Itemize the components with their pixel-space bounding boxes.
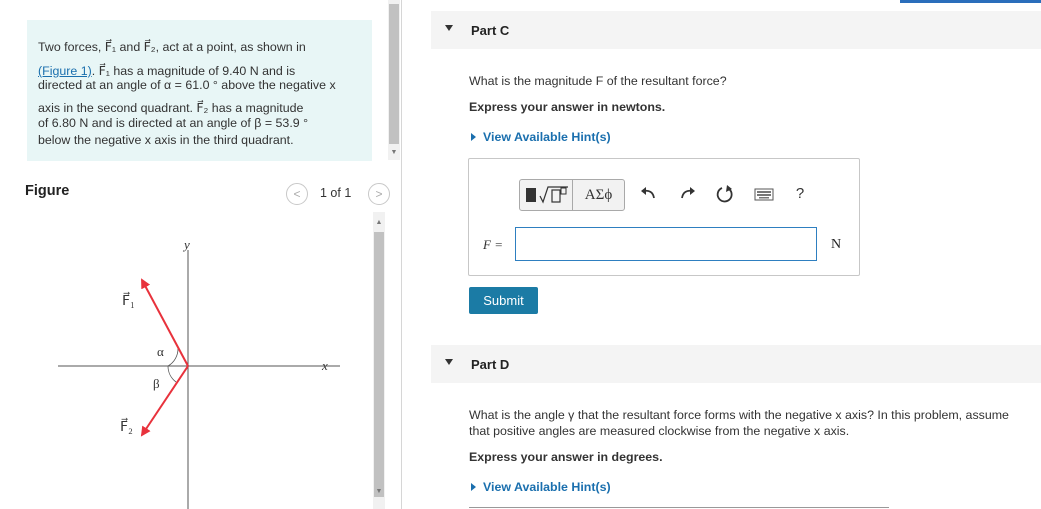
unit-label: N [831,237,842,252]
force-diagram: y x F⃗₁ F⃗₂ α β [58,237,340,509]
alpha-label: α [157,344,164,359]
figure-scrollbar[interactable]: ▲ ▼ [373,212,385,509]
answer-box: ΑΣϕ ? F = N [468,158,860,276]
f-input-label-text: F = [483,237,503,252]
part-c-question: What is the magnitude F of the resultant… [469,74,727,88]
undo-icon[interactable] [637,183,659,205]
f-input-label: F = [483,237,503,253]
problem-scrollbar-thumb[interactable] [389,4,399,144]
chevron-right-icon[interactable]: > [368,183,390,205]
part-c-title: Part C [471,23,510,38]
part-c-express: Express your answer in newtons. [469,100,666,114]
scroll-down-arrow-icon[interactable]: ▼ [388,148,400,158]
chevron-left-icon[interactable]: < [286,183,308,205]
problem-line-5: of 6.80 N and is directed at an angle of… [38,116,309,130]
f-answer-input[interactable] [515,227,817,261]
scroll-up-arrow-icon[interactable]: ▲ [373,218,385,228]
vector-f2 [140,365,189,437]
figure-link[interactable]: (Figure 1) [38,64,92,78]
hint-label: View Available Hint(s) [483,480,611,494]
part-c-hint-link[interactable]: View Available Hint(s) [469,130,611,144]
part-d-title: Part D [471,357,510,372]
problem-line-1: Two forces, F⃗₁ and F⃗₂, act at a point,… [38,40,306,54]
panel-divider [401,0,402,509]
alpha-arc [167,347,179,367]
f2-label: F⃗₂ [120,417,133,435]
beta-arc [167,365,177,383]
y-axis-label: y [182,237,190,252]
f1-label: F⃗₁ [122,291,135,309]
keyboard-icon[interactable] [753,183,775,205]
part-c-header[interactable]: Part C [431,11,1041,49]
expand-triangle-icon [471,483,476,491]
hint-label: View Available Hint(s) [483,130,611,144]
part-d-express: Express your answer in degrees. [469,450,663,464]
vector-f1 [141,278,189,367]
part-d-question-line-1: What is the angle γ that the resultant f… [469,408,1009,422]
problem-line-4: axis in the second quadrant. F⃗₂ has a m… [38,101,304,115]
collapse-triangle-icon[interactable] [445,25,453,31]
pager-label: 1 of 1 [320,186,352,200]
header-edge-link[interactable] [900,0,1041,3]
submit-button[interactable]: Submit [469,287,538,314]
scroll-down-arrow-icon[interactable]: ▼ [373,487,385,497]
collapse-triangle-icon[interactable] [445,359,453,365]
x-axis-label: x [321,358,328,373]
part-d-header[interactable]: Part D [431,345,1041,383]
problem-line-2: (Figure 1). F⃗₁ has a magnitude of 9.40 … [38,64,295,78]
part-d-hint-link[interactable]: View Available Hint(s) [469,480,611,494]
math-toolbar-group: ΑΣϕ [519,179,625,211]
help-button[interactable]: ? [789,183,811,205]
problem-line-3: directed at an angle of α = 61.0 ° above… [38,78,336,92]
problem-line-2-rest: . F⃗₁ has a magnitude of 9.40 N and is [91,64,296,78]
figure-pager: < 1 of 1 > [286,183,390,205]
greek-symbols-button[interactable]: ΑΣϕ [573,180,624,210]
problem-line-6: below the negative x axis in the third q… [38,133,294,147]
figure-scrollbar-thumb[interactable] [374,232,384,497]
figure-title: Figure [25,183,70,199]
expand-triangle-icon [471,133,476,141]
beta-label: β [153,376,160,391]
problem-scrollbar[interactable]: ▼ [388,0,400,160]
radical-template-icon[interactable] [520,180,573,210]
answer-box-top-edge [469,507,889,508]
redo-icon[interactable] [677,183,699,205]
reset-icon[interactable] [714,183,736,205]
part-d-question-line-2: that positive angles are measured clockw… [469,424,850,438]
